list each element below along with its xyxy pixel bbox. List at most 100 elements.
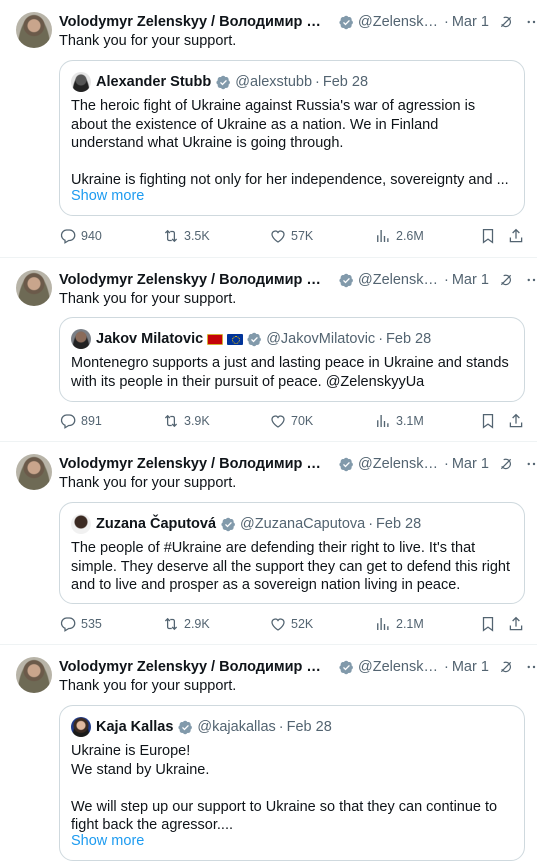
post-header: Volodymyr Zelenskyy / Володимир Зел... @… — [59, 454, 537, 474]
quoted-post-header: Jakov Milatovic @JakovMilatovic · Feb 28 — [71, 329, 431, 349]
repost-count: 2.9K — [184, 617, 210, 631]
quoted-author-handle[interactable]: @kajakallas — [197, 719, 275, 735]
quoted-post-date[interactable]: Feb 28 — [386, 331, 431, 347]
verified-badge-icon — [178, 720, 193, 735]
separator-dot: · — [278, 719, 284, 735]
grok-icon[interactable] — [498, 272, 514, 288]
quoted-post-header: Zuzana Čaputová @ZuzanaCaputova · Feb 28 — [71, 514, 421, 534]
bookmark-icon[interactable] — [479, 411, 501, 431]
post[interactable]: Volodymyr Zelenskyy / Володимир Зел... @… — [0, 645, 537, 868]
views-button[interactable]: 2.6M — [374, 226, 424, 246]
quoted-author-handle[interactable]: @JakovMilatovic — [266, 331, 375, 347]
quoted-post-text: The people of #Ukraine are defending the… — [71, 539, 511, 595]
reply-count: 940 — [81, 229, 102, 243]
separator-dot: · — [444, 456, 449, 472]
verified-badge-icon — [339, 15, 354, 30]
post[interactable]: Volodymyr Zelenskyy / Володимир Зел... @… — [0, 442, 537, 645]
author-handle[interactable]: @ZelenskyyUa — [358, 14, 438, 30]
quoted-author-avatar[interactable] — [71, 717, 91, 737]
quoted-author-avatar[interactable] — [71, 329, 91, 349]
quoted-author-handle[interactable]: @alexstubb — [235, 74, 312, 90]
author-avatar[interactable] — [16, 12, 52, 48]
separator-dot: · — [444, 272, 449, 288]
author-name[interactable]: Volodymyr Zelenskyy / Володимир Зел... — [59, 272, 329, 288]
more-options-icon[interactable] — [525, 13, 537, 31]
post-text: Thank you for your support. — [59, 291, 237, 307]
show-more-link[interactable]: Show more — [71, 833, 144, 849]
like-count: 52K — [291, 617, 314, 631]
views-button[interactable]: 2.1M — [374, 614, 424, 634]
quoted-author-name[interactable]: Zuzana Čaputová — [96, 516, 216, 532]
post-actions: 940 3.5K 57K 2.6M — [59, 226, 529, 246]
quoted-post[interactable]: Kaja Kallas @kajakallas · Feb 28 Ukraine… — [59, 705, 525, 861]
author-avatar[interactable] — [16, 454, 52, 490]
quoted-post-text: Montenegro supports a just and lasting p… — [71, 354, 511, 391]
like-button[interactable]: 57K — [269, 226, 313, 246]
repost-button[interactable]: 2.9K — [162, 614, 210, 634]
quoted-post[interactable]: Alexander Stubb @alexstubb · Feb 28 The … — [59, 60, 525, 216]
grok-icon[interactable] — [498, 456, 514, 472]
reply-button[interactable]: 535 — [59, 614, 102, 634]
repost-button[interactable]: 3.9K — [162, 411, 210, 431]
repost-button[interactable]: 3.5K — [162, 226, 210, 246]
reply-count: 535 — [81, 617, 102, 631]
show-more-link[interactable]: Show more — [71, 188, 144, 204]
quoted-post-date[interactable]: Feb 28 — [376, 516, 421, 532]
like-button[interactable]: 52K — [269, 614, 313, 634]
more-options-icon[interactable] — [525, 271, 537, 289]
repost-count: 3.5K — [184, 229, 210, 243]
post-date[interactable]: Mar 1 — [452, 456, 489, 472]
more-options-icon[interactable] — [525, 455, 537, 473]
separator-dot: · — [444, 659, 449, 675]
quoted-author-name[interactable]: Alexander Stubb — [96, 74, 211, 90]
share-icon[interactable] — [507, 411, 529, 431]
quoted-post[interactable]: Jakov Milatovic @JakovMilatovic · Feb 28… — [59, 317, 525, 402]
quoted-post[interactable]: Zuzana Čaputová @ZuzanaCaputova · Feb 28… — [59, 502, 525, 604]
grok-icon[interactable] — [498, 659, 514, 675]
quoted-author-name[interactable]: Jakov Milatovic — [96, 331, 203, 347]
post-text: Thank you for your support. — [59, 475, 237, 491]
grok-icon[interactable] — [498, 14, 514, 30]
like-count: 70K — [291, 414, 314, 428]
separator-dot: · — [444, 14, 449, 30]
more-options-icon[interactable] — [525, 658, 537, 676]
author-handle[interactable]: @ZelenskyyUa — [358, 659, 438, 675]
post[interactable]: Volodymyr Zelenskyy / Володимир Зел... @… — [0, 0, 537, 258]
author-handle[interactable]: @ZelenskyyUa — [358, 456, 438, 472]
author-name[interactable]: Volodymyr Zelenskyy / Володимир Зел... — [59, 14, 329, 30]
share-icon[interactable] — [507, 614, 529, 634]
post-actions: 891 3.9K 70K 3.1M — [59, 411, 529, 431]
post-date[interactable]: Mar 1 — [452, 272, 489, 288]
views-count: 2.1M — [396, 617, 424, 631]
bookmark-icon[interactable] — [479, 614, 501, 634]
views-count: 2.6M — [396, 229, 424, 243]
author-avatar[interactable] — [16, 270, 52, 306]
quoted-paragraph: We will step up our support to Ukraine s… — [71, 798, 498, 834]
views-button[interactable]: 3.1M — [374, 411, 424, 431]
post-date[interactable]: Mar 1 — [452, 14, 489, 30]
author-name[interactable]: Volodymyr Zelenskyy / Володимир Зел... — [59, 659, 329, 675]
reply-count: 891 — [81, 414, 102, 428]
reply-button[interactable]: 940 — [59, 226, 102, 246]
timeline-feed: Volodymyr Zelenskyy / Володимир Зел... @… — [0, 0, 537, 868]
bookmark-icon[interactable] — [479, 226, 501, 246]
author-name[interactable]: Volodymyr Zelenskyy / Володимир Зел... — [59, 456, 329, 472]
quoted-paragraph: We stand by Ukraine. — [71, 761, 210, 778]
quoted-author-handle[interactable]: @ZuzanaCaputova — [240, 516, 365, 532]
author-handle[interactable]: @ZelenskyyUa — [358, 272, 438, 288]
post-date[interactable]: Mar 1 — [452, 659, 489, 675]
quoted-post-header: Alexander Stubb @alexstubb · Feb 28 — [71, 72, 368, 92]
quoted-post-date[interactable]: Feb 28 — [323, 74, 368, 90]
author-avatar[interactable] — [16, 657, 52, 693]
quoted-author-avatar[interactable] — [71, 514, 91, 534]
quoted-paragraph: Ukraine is fighting not only for her ind… — [71, 172, 509, 188]
reply-button[interactable]: 891 — [59, 411, 102, 431]
verified-badge-icon — [339, 457, 354, 472]
quoted-author-avatar[interactable] — [71, 72, 91, 92]
quoted-author-name[interactable]: Kaja Kallas — [96, 719, 173, 735]
share-icon[interactable] — [507, 226, 529, 246]
post[interactable]: Volodymyr Zelenskyy / Володимир Зел... @… — [0, 258, 537, 442]
quoted-paragraph — [71, 779, 511, 798]
like-button[interactable]: 70K — [269, 411, 313, 431]
quoted-post-date[interactable]: Feb 28 — [287, 719, 332, 735]
